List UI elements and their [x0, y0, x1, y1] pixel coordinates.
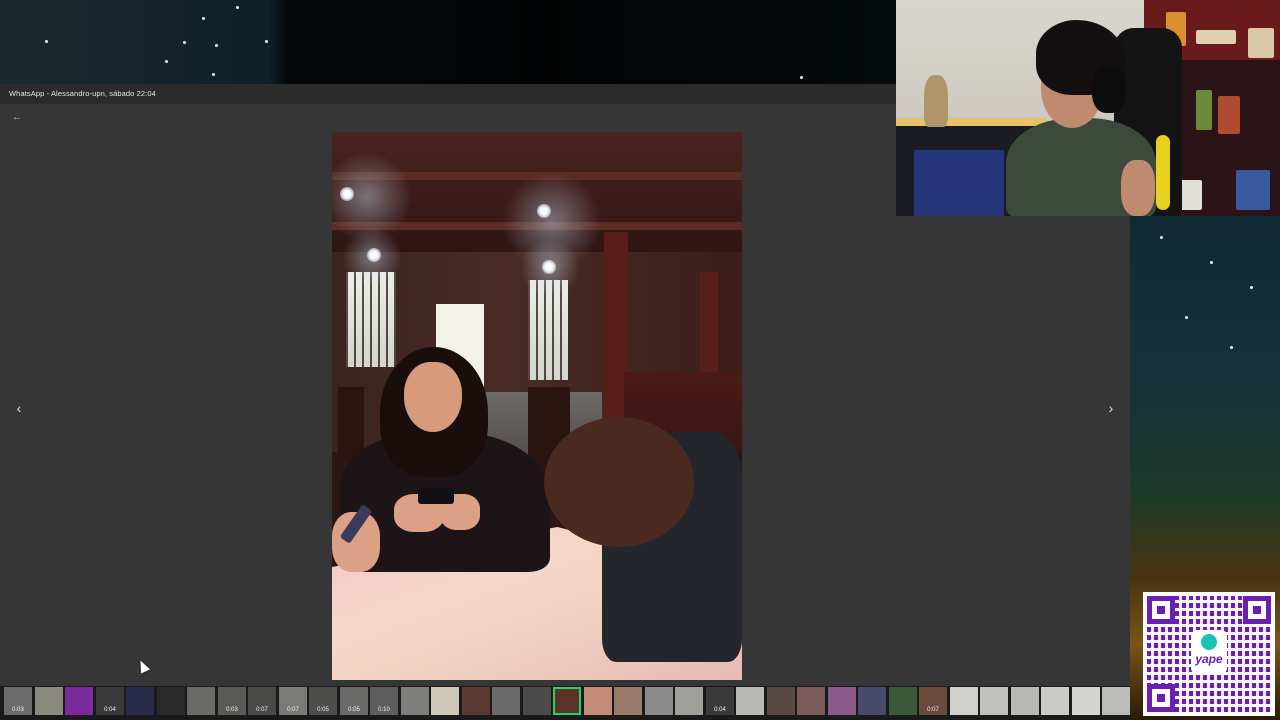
thumbnail-duration: 0:07 [927, 707, 939, 713]
star [1185, 316, 1188, 319]
photo-person-boy-hair [544, 417, 694, 547]
screen: WhatsApp - Alessandro-upn, sábado 22:04 … [0, 0, 1280, 720]
filmstrip-thumbnail[interactable] [767, 687, 795, 715]
star [45, 40, 48, 43]
filmstrip-thumbnail[interactable] [126, 687, 154, 715]
filmstrip-thumbnail[interactable] [492, 687, 520, 715]
thumbnail-duration: 0:03 [226, 707, 238, 713]
filmstrip-thumbnail[interactable]: 0:04 [96, 687, 124, 715]
thumbnail-duration: 0:07 [287, 707, 299, 713]
filmstrip-thumbnail[interactable] [462, 687, 490, 715]
star [1160, 236, 1163, 239]
webcam-led-strip [896, 118, 1046, 126]
filmstrip-thumbnail[interactable] [1041, 687, 1069, 715]
webcam-overlay [896, 0, 1280, 216]
star [1250, 286, 1253, 289]
photo-ceiling-light [340, 187, 354, 201]
thumbnail-duration: 0:10 [378, 707, 390, 713]
filmstrip-thumbnail[interactable]: 0:07 [919, 687, 947, 715]
yape-logo-mark [1201, 634, 1217, 650]
filmstrip-thumbnail[interactable] [1011, 687, 1039, 715]
filmstrip-thumbnail[interactable]: 0:05 [340, 687, 368, 715]
photo-ceiling-light [542, 260, 556, 274]
thumbnail-duration: 0:05 [317, 707, 329, 713]
webcam-shelf-item [1248, 28, 1274, 58]
filmstrip-thumbnail[interactable] [187, 687, 215, 715]
window-title: WhatsApp - Alessandro-upn, sábado 22:04 [9, 89, 156, 98]
webcam-shelf-item [1196, 90, 1212, 130]
filmstrip-thumbnail[interactable] [980, 687, 1008, 715]
thumbnail-duration: 0:07 [256, 707, 268, 713]
headphones-icon [1092, 65, 1126, 113]
photo-chair [338, 387, 364, 457]
filmstrip-thumbnail[interactable] [65, 687, 93, 715]
photo-ceiling-light [367, 248, 381, 262]
photo-ceiling-light [537, 204, 551, 218]
qr-finder-pattern [1147, 684, 1175, 712]
filmstrip-thumbnail[interactable] [614, 687, 642, 715]
filmstrip-thumbnail[interactable] [736, 687, 764, 715]
chevron-left-icon[interactable]: ‹ [11, 400, 27, 416]
filmstrip-thumbnail[interactable] [1102, 687, 1130, 715]
filmstrip-thumbnail[interactable]: 0:03 [218, 687, 246, 715]
star [212, 73, 215, 76]
webcam-chair-accent [1156, 135, 1170, 210]
star [800, 76, 803, 79]
filmstrip-thumbnail[interactable] [553, 687, 581, 715]
star [183, 41, 186, 44]
arrow-left-icon[interactable]: ← [10, 112, 24, 124]
filmstrip-thumbnail[interactable] [858, 687, 886, 715]
thumbnail-duration: 0:04 [714, 707, 726, 713]
photo-person-girl-face [404, 362, 462, 432]
webcam-shelf-item [1196, 30, 1236, 44]
filmstrip-thumbnail[interactable]: 0:05 [309, 687, 337, 715]
star [1210, 261, 1213, 264]
star [215, 44, 218, 47]
filmstrip-thumbnail[interactable] [35, 687, 63, 715]
filmstrip-thumbnail[interactable] [950, 687, 978, 715]
filmstrip-thumbnail[interactable]: 0:04 [706, 687, 734, 715]
star [165, 60, 168, 63]
webcam-shelf-item [1236, 170, 1270, 210]
yape-qr-code: yape [1143, 592, 1275, 716]
webcam-toy-figure [924, 75, 948, 127]
chevron-right-icon[interactable]: › [1103, 400, 1119, 416]
thumbnail-duration: 0:03 [12, 707, 24, 713]
filmstrip-thumbnail[interactable] [401, 687, 429, 715]
star [236, 6, 239, 9]
filmstrip-thumbnail[interactable] [523, 687, 551, 715]
webcam-monitor [914, 150, 1004, 216]
starfield-background-top [0, 0, 896, 84]
filmstrip-thumbnail[interactable]: 0:07 [279, 687, 307, 715]
webcam-shelf-item [1218, 96, 1240, 134]
filmstrip-thumbnail[interactable] [584, 687, 612, 715]
star [202, 17, 205, 20]
yape-logo-text: yape [1195, 652, 1223, 666]
star [265, 40, 268, 43]
thumbnail-duration: 0:05 [348, 707, 360, 713]
filmstrip-thumbnail[interactable] [797, 687, 825, 715]
filmstrip-thumbnail[interactable] [645, 687, 673, 715]
filmstrip-thumbnail[interactable]: 0:07 [248, 687, 276, 715]
filmstrip-thumbnail[interactable] [828, 687, 856, 715]
filmstrip-thumbnail[interactable] [431, 687, 459, 715]
media-filmstrip: 0:03 0:04 0:03 0:07 0:07 0:05 0:05 0:10 0:04 0:07 [0, 686, 1130, 720]
webcam-person-arm [1121, 160, 1155, 216]
photo-phone [418, 488, 454, 504]
thumbnail-duration: 0:04 [104, 707, 116, 713]
filmstrip-thumbnail[interactable]: 0:03 [4, 687, 32, 715]
filmstrip-thumbnail[interactable] [1072, 687, 1100, 715]
filmstrip-thumbnail[interactable] [157, 687, 185, 715]
filmstrip-thumbnail[interactable] [889, 687, 917, 715]
title-bar: WhatsApp - Alessandro-upn, sábado 22:04 [0, 84, 896, 104]
yape-logo: yape [1191, 630, 1227, 674]
filmstrip-thumbnail[interactable]: 0:10 [370, 687, 398, 715]
star [1230, 346, 1233, 349]
filmstrip-thumbnail[interactable] [675, 687, 703, 715]
qr-finder-pattern [1147, 596, 1175, 624]
qr-finder-pattern [1243, 596, 1271, 624]
media-photo [332, 132, 742, 680]
